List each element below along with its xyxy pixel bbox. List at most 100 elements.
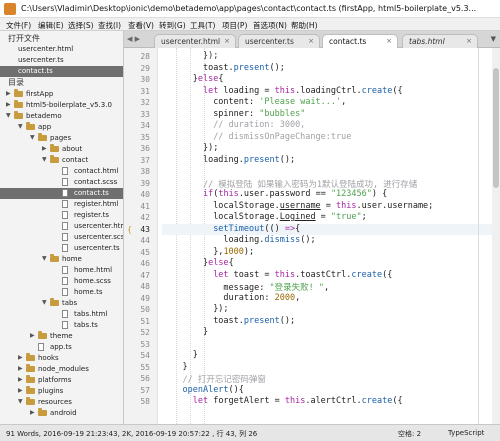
tree-folder-item[interactable]: ▶ hooks <box>0 353 123 364</box>
editor-tab[interactable]: contact.ts × <box>322 34 398 48</box>
tree-file-item[interactable]: home.ts <box>0 287 123 298</box>
collapse-arrow-icon[interactable]: ▶ <box>42 145 47 152</box>
code-line[interactable]: // dismissOnPageChange:true <box>162 132 500 144</box>
tree-file-item[interactable]: app.ts <box>0 342 123 353</box>
editor-tab[interactable]: usercenter.ts × <box>238 34 320 48</box>
menu-item[interactable]: 工具(T) <box>190 20 215 31</box>
code-line[interactable]: },1000); <box>162 247 500 259</box>
tree-folder-item[interactable]: ▶ plugins <box>0 386 123 397</box>
code-line[interactable]: } <box>162 362 500 374</box>
code-line[interactable]: }else{ <box>162 74 500 86</box>
expand-arrow-icon[interactable]: ▼ <box>42 299 47 306</box>
menu-item[interactable]: 选择(S) <box>68 20 94 31</box>
collapse-arrow-icon[interactable]: ▶ <box>30 409 35 416</box>
tab-scroll-arrows[interactable]: ◀ ▶ <box>127 35 140 43</box>
tree-folder-item[interactable]: ▶ firstApp <box>0 89 123 100</box>
tab-close-icon[interactable]: × <box>466 37 472 45</box>
collapse-arrow-icon[interactable]: ▶ <box>18 365 23 372</box>
tree-folder-item[interactable]: ▶ html5-boilerplate_v5.3.0 <box>0 100 123 111</box>
code-line[interactable]: }); <box>162 143 500 155</box>
expand-arrow-icon[interactable]: ▼ <box>42 255 47 262</box>
menu-item[interactable]: 查看(V) <box>128 20 154 31</box>
tree-file-item[interactable]: home.html <box>0 265 123 276</box>
tree-folder-item[interactable]: ▼ resources <box>0 397 123 408</box>
tree-folder-item[interactable]: ▶ platforms <box>0 375 123 386</box>
tree-file-item[interactable]: contact.scss <box>0 177 123 188</box>
code-line[interactable]: let toast = this.toastCtrl.create({ <box>162 270 500 282</box>
scrollbar-thumb[interactable] <box>493 68 499 188</box>
collapse-arrow-icon[interactable]: ▶ <box>6 101 11 108</box>
code-line[interactable]: if(this.user.password == "123456") { <box>162 189 500 201</box>
menu-item[interactable]: 帮助(H) <box>291 20 318 31</box>
tree-folder-item[interactable]: ▶ about <box>0 144 123 155</box>
collapse-arrow-icon[interactable]: ▶ <box>18 354 23 361</box>
tree-folder-item[interactable]: ▼ betademo <box>0 111 123 122</box>
menu-item[interactable]: 编辑(E) <box>38 20 64 31</box>
editor-tab[interactable]: usercenter.html × <box>154 34 236 48</box>
tree-folder-item[interactable]: ▼ home <box>0 254 123 265</box>
editor-scrollbar[interactable] <box>492 48 500 424</box>
code-line[interactable]: toast.present(); <box>162 316 500 328</box>
tree-folder-item[interactable]: ▶ node_modules <box>0 364 123 375</box>
menu-item[interactable]: 转到(G) <box>159 20 186 31</box>
code-line[interactable]: // 模拟登陆 如果输入密码为1默认登陆成功, 进行存储 <box>162 178 500 190</box>
code-line[interactable]: toast.present(); <box>162 63 500 75</box>
tree-file-item[interactable]: usercenter.scss <box>0 232 123 243</box>
code-line[interactable]: let forgetAlert = this.alertCtrl.create(… <box>162 396 500 408</box>
tree-folder-item[interactable]: ▼ tabs <box>0 298 123 309</box>
code-line[interactable]: message: "登录失败! ", <box>162 281 500 293</box>
editor-tab[interactable]: tabs.html × <box>402 34 478 48</box>
tab-close-icon[interactable]: × <box>224 37 230 45</box>
tree-file-item[interactable]: usercenter.html <box>0 221 123 232</box>
tree-folder-item[interactable]: ▶ android <box>0 408 123 419</box>
open-file-item[interactable]: contact.ts <box>0 66 123 77</box>
collapse-arrow-icon[interactable]: ▶ <box>6 90 11 97</box>
code-line[interactable]: loading.present(); <box>162 155 500 167</box>
tree-file-item[interactable]: contact.html <box>0 166 123 177</box>
code-line[interactable]: content: 'Please wait...', <box>162 97 500 109</box>
menu-item[interactable]: 文件(F) <box>6 20 31 31</box>
menu-item[interactable]: 查找(I) <box>98 20 121 31</box>
code-line[interactable]: // duration: 3000, <box>162 120 500 132</box>
code-line[interactable]: localStorage.username = this.user.userna… <box>162 201 500 213</box>
tab-list-dropdown-icon[interactable]: ▼ <box>491 35 496 43</box>
tab-close-icon[interactable]: × <box>308 37 314 45</box>
tree-folder-item[interactable]: ▼ contact <box>0 155 123 166</box>
tree-file-item[interactable]: tabs.ts <box>0 320 123 331</box>
code-editor[interactable]: 28 29 30 31 32 33 34 35 36 37 38 39 40 41 42 43{44 45 46 4… <box>124 48 500 424</box>
expand-arrow-icon[interactable]: ▼ <box>18 398 23 405</box>
collapse-arrow-icon[interactable]: ▶ <box>18 387 23 394</box>
tree-folder-item[interactable]: ▼ pages <box>0 133 123 144</box>
code-area[interactable]: }); toast.present(); }else{ let loading … <box>162 48 500 424</box>
expand-arrow-icon[interactable]: ▼ <box>18 123 23 130</box>
tree-file-item[interactable]: usercenter.ts <box>0 243 123 254</box>
code-line[interactable]: spinner: "bubbles" <box>162 109 500 121</box>
tree-file-item[interactable]: register.ts <box>0 210 123 221</box>
code-line[interactable]: localStorage.Logined = "true"; <box>162 212 500 224</box>
code-line[interactable] <box>162 166 500 178</box>
tree-file-item[interactable]: contact.ts <box>0 188 123 199</box>
open-file-item[interactable]: usercenter.html <box>0 44 123 55</box>
menu-item[interactable]: 首选项(N) <box>253 20 287 31</box>
code-line[interactable] <box>162 339 500 351</box>
tree-file-item[interactable]: tabs.html <box>0 309 123 320</box>
code-line[interactable]: } <box>162 327 500 339</box>
open-file-item[interactable]: usercenter.ts <box>0 55 123 66</box>
code-line[interactable]: }); <box>162 304 500 316</box>
tab-close-icon[interactable]: × <box>386 37 392 45</box>
code-line[interactable]: }else{ <box>162 258 500 270</box>
tree-folder-item[interactable]: ▶ theme <box>0 331 123 342</box>
expand-arrow-icon[interactable]: ▼ <box>30 134 35 141</box>
code-line[interactable]: loading.dismiss(); <box>162 235 500 247</box>
collapse-arrow-icon[interactable]: ▶ <box>18 376 23 383</box>
tree-file-item[interactable]: home.scss <box>0 276 123 287</box>
tree-file-item[interactable]: register.html <box>0 199 123 210</box>
indentation-setting[interactable]: 空格: 2 <box>398 429 421 439</box>
code-line[interactable]: duration: 2000, <box>162 293 500 305</box>
expand-arrow-icon[interactable]: ▼ <box>42 156 47 163</box>
code-line[interactable]: }); <box>162 51 500 63</box>
collapse-arrow-icon[interactable]: ▶ <box>30 332 35 339</box>
syntax-mode[interactable]: TypeScript <box>448 429 484 437</box>
tree-folder-item[interactable]: ▼ app <box>0 122 123 133</box>
menu-item[interactable]: 项目(P) <box>222 20 247 31</box>
